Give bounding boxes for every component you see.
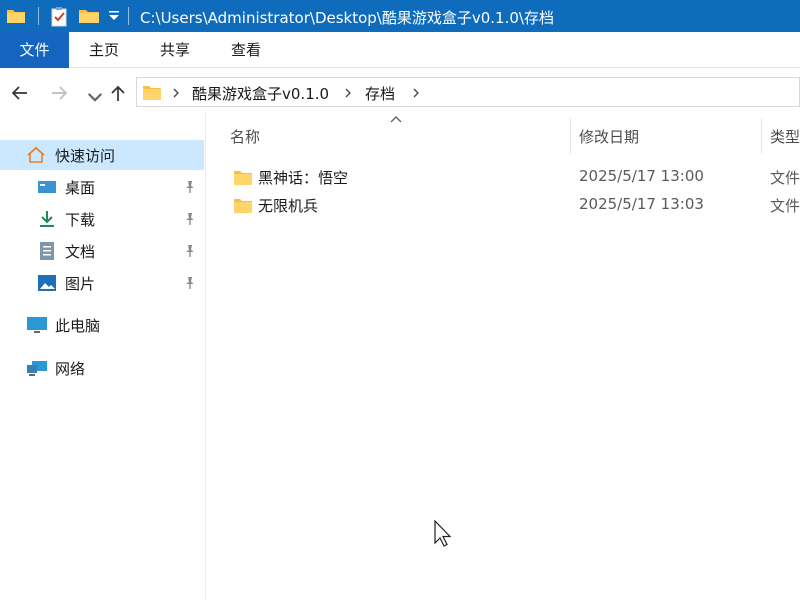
nav-item-desktop[interactable]: 桌面 — [0, 172, 204, 202]
network-icon — [27, 361, 47, 376]
up-arrow-icon[interactable] — [107, 82, 129, 104]
file-type: 文件 — [770, 169, 800, 187]
tab-share[interactable]: 共享 — [149, 32, 201, 68]
nav-label: 桌面 — [65, 179, 96, 197]
folder-icon — [143, 86, 161, 100]
file-row[interactable]: 无限机兵 2025/5/17 13:03 文件 — [230, 191, 800, 219]
column-separator[interactable] — [570, 118, 571, 154]
file-row[interactable]: 黑神话：悟空 2025/5/17 13:00 文件 — [230, 163, 800, 191]
customize-toolbar-dropdown-icon[interactable] — [108, 11, 120, 21]
nav-label: 网络 — [55, 360, 86, 378]
breadcrumb-chevron-icon[interactable] — [412, 87, 420, 99]
breadcrumb-item[interactable]: 存档 — [365, 83, 395, 104]
breadcrumb-chevron-icon[interactable] — [172, 87, 180, 99]
window-title: C:\Users\Administrator\Desktop\酷果游戏盒子v0.… — [140, 9, 554, 27]
nav-item-quick-access[interactable]: 快速访问 — [0, 140, 204, 170]
file-date-modified: 2025/5/17 13:00 — [579, 167, 704, 185]
folder-icon — [234, 199, 252, 213]
pictures-icon — [38, 275, 56, 291]
home-star-icon — [27, 146, 45, 163]
back-arrow-icon[interactable] — [9, 82, 31, 104]
new-folder-icon[interactable] — [78, 7, 100, 25]
folder-icon[interactable] — [6, 7, 26, 25]
address-bar[interactable]: 酷果游戏盒子v0.1.0 存档 — [136, 77, 800, 107]
column-header-date-modified[interactable]: 修改日期 — [579, 120, 759, 154]
column-header-name[interactable]: 名称 — [230, 120, 570, 154]
download-icon — [40, 211, 54, 227]
title-bar: C:\Users\Administrator\Desktop\酷果游戏盒子v0.… — [0, 0, 800, 32]
title-separator — [38, 7, 39, 25]
nav-item-network[interactable]: 网络 — [0, 353, 204, 383]
nav-label: 图片 — [65, 275, 96, 293]
breadcrumb-item[interactable]: 酷果游戏盒子v0.1.0 — [192, 83, 329, 104]
document-icon — [40, 242, 54, 260]
tab-file[interactable]: 文件 — [0, 32, 69, 68]
nav-label: 下载 — [65, 211, 96, 229]
folder-icon — [234, 171, 252, 185]
nav-item-this-pc[interactable]: 此电脑 — [0, 310, 204, 340]
column-header-type[interactable]: 类型 — [770, 120, 800, 154]
nav-label: 此电脑 — [55, 317, 101, 335]
nav-label: 快速访问 — [55, 147, 116, 165]
forward-arrow-icon[interactable] — [48, 82, 70, 104]
pin-icon[interactable] — [183, 212, 197, 226]
file-name: 黑神话：悟空 — [258, 169, 349, 187]
pin-icon[interactable] — [183, 180, 197, 194]
navigation-pane: 快速访问 桌面 下载 文档 图片 此电脑 网络 — [0, 112, 206, 600]
address-row: 酷果游戏盒子v0.1.0 存档 — [0, 72, 800, 112]
computer-icon — [27, 317, 47, 333]
pin-icon[interactable] — [183, 276, 197, 290]
pin-icon[interactable] — [183, 244, 197, 258]
file-type: 文件 — [770, 197, 800, 215]
nav-item-documents[interactable]: 文档 — [0, 236, 204, 266]
nav-item-downloads[interactable]: 下载 — [0, 204, 204, 234]
tab-view[interactable]: 查看 — [220, 32, 272, 68]
title-separator — [128, 7, 129, 25]
breadcrumb-chevron-icon[interactable] — [344, 87, 352, 99]
ribbon-tabs: 文件 主页 共享 查看 — [0, 32, 800, 68]
file-name: 无限机兵 — [258, 197, 319, 215]
nav-item-pictures[interactable]: 图片 — [0, 268, 204, 298]
nav-label: 文档 — [65, 243, 96, 261]
properties-icon[interactable] — [50, 7, 68, 27]
desktop-icon — [38, 181, 56, 193]
column-separator[interactable] — [761, 118, 762, 154]
recent-locations-chevron-icon[interactable] — [84, 86, 106, 108]
file-date-modified: 2025/5/17 13:03 — [579, 195, 704, 213]
mouse-cursor-icon — [434, 520, 452, 547]
tab-home[interactable]: 主页 — [78, 32, 130, 68]
